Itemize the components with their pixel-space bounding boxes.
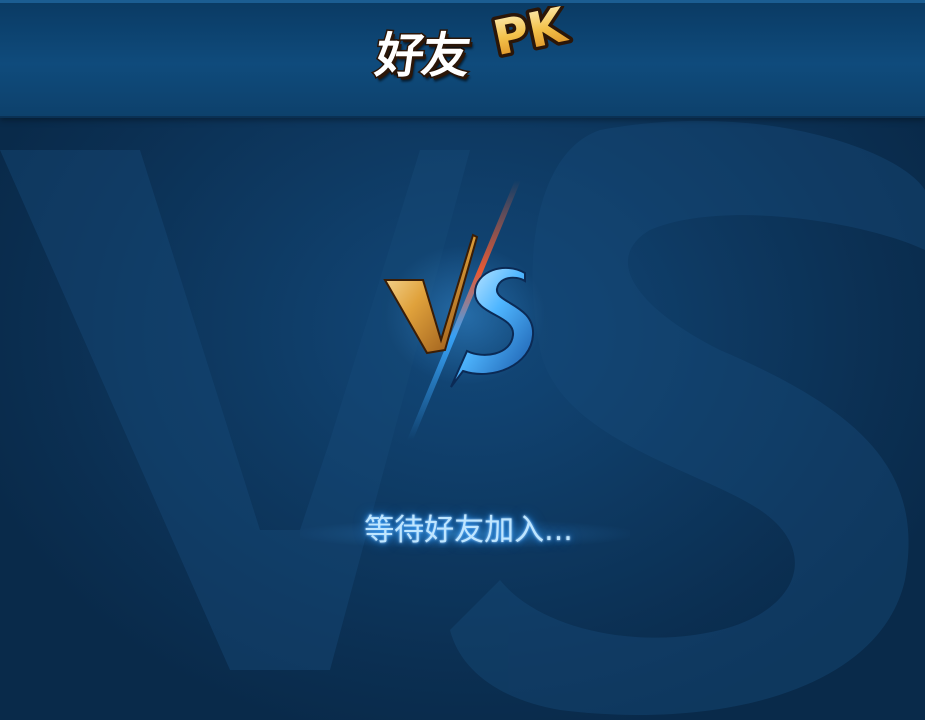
game-screen: 好友 PK 等待好友加入... — [0, 0, 925, 720]
waiting-status-text: 等待好友加入... — [364, 513, 573, 548]
header-top-line — [0, 0, 925, 3]
pk-logo: PK — [485, 6, 576, 70]
vs-emblem-icon — [383, 180, 545, 440]
svg-text:PK: PK — [488, 6, 572, 67]
page-title: 好友 — [371, 27, 474, 86]
